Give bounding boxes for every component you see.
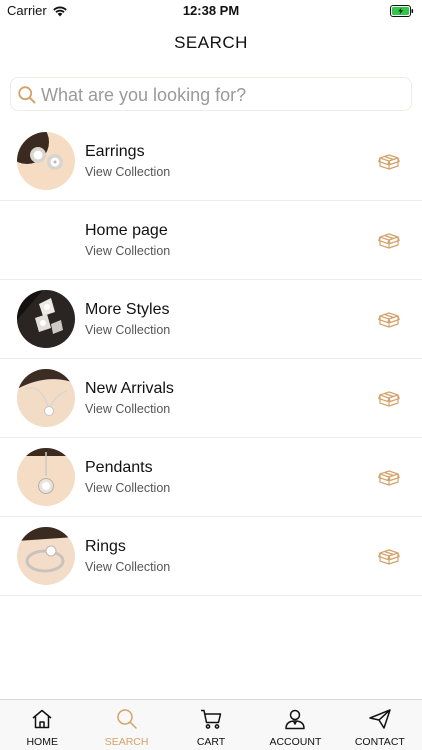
tab-label: SEARCH — [104, 736, 149, 748]
gift-box-icon[interactable] — [378, 151, 400, 176]
collection-item-pendants[interactable]: Pendants View Collection — [0, 438, 422, 517]
send-icon — [368, 708, 392, 735]
collection-subtitle: View Collection — [85, 560, 171, 574]
collection-title: New Arrivals — [85, 380, 174, 397]
collection-item-rings[interactable]: Rings View Collection — [0, 517, 422, 596]
cart-icon — [199, 708, 223, 735]
search-icon — [115, 708, 139, 735]
collection-item-earrings[interactable]: Earrings View Collection — [0, 122, 422, 201]
collection-subtitle: View Collection — [85, 481, 171, 495]
account-icon — [283, 708, 307, 735]
collection-thumbnail — [17, 527, 75, 585]
tab-label: CART — [196, 736, 226, 748]
collection-thumbnail — [17, 132, 75, 190]
collection-subtitle: View Collection — [85, 165, 171, 179]
tab-contact[interactable]: CONTACT — [338, 700, 422, 750]
collection-title: Home page — [85, 222, 168, 239]
gift-box-icon[interactable] — [378, 546, 400, 571]
collection-item-home-page[interactable]: Home page View Collection — [0, 201, 422, 280]
tab-cart[interactable]: CART — [169, 700, 253, 750]
collection-title: Rings — [85, 538, 126, 555]
collection-title: Earrings — [85, 143, 145, 160]
status-time: 12:38 PM — [182, 3, 240, 18]
collection-subtitle: View Collection — [85, 402, 171, 416]
tab-bar: HOME SEARCH CART ACCOUNT CONTACT — [0, 699, 422, 750]
collection-subtitle: View Collection — [85, 323, 171, 337]
gift-box-icon[interactable] — [378, 309, 400, 334]
search-input[interactable] — [41, 83, 401, 107]
collection-thumbnail — [17, 369, 75, 427]
collection-title: More Styles — [85, 301, 170, 318]
gift-box-icon[interactable] — [378, 230, 400, 255]
collection-item-new-arrivals[interactable]: New Arrivals View Collection — [0, 359, 422, 438]
tab-label: HOME — [26, 736, 58, 748]
gift-box-icon[interactable] — [378, 467, 400, 492]
battery-icon — [390, 4, 414, 22]
collection-item-more-styles[interactable]: More Styles View Collection — [0, 280, 422, 359]
tab-search[interactable]: SEARCH — [84, 700, 168, 750]
tab-account[interactable]: ACCOUNT — [253, 700, 337, 750]
tab-home[interactable]: HOME — [0, 700, 84, 750]
tab-label: CONTACT — [354, 736, 405, 748]
tab-label: ACCOUNT — [269, 736, 322, 748]
collection-thumbnail — [17, 290, 75, 348]
collection-list: Earrings View Collection Home page View … — [0, 122, 422, 596]
page-title: SEARCH — [174, 33, 248, 52]
home-icon — [30, 708, 54, 735]
gift-box-icon[interactable] — [378, 388, 400, 413]
status-bar: Carrier 12:38 PM — [0, 0, 422, 22]
search-bar[interactable] — [10, 77, 412, 111]
collection-thumbnail — [17, 448, 75, 506]
collection-subtitle: View Collection — [85, 244, 171, 258]
search-icon — [17, 85, 37, 110]
collection-title: Pendants — [85, 459, 153, 476]
